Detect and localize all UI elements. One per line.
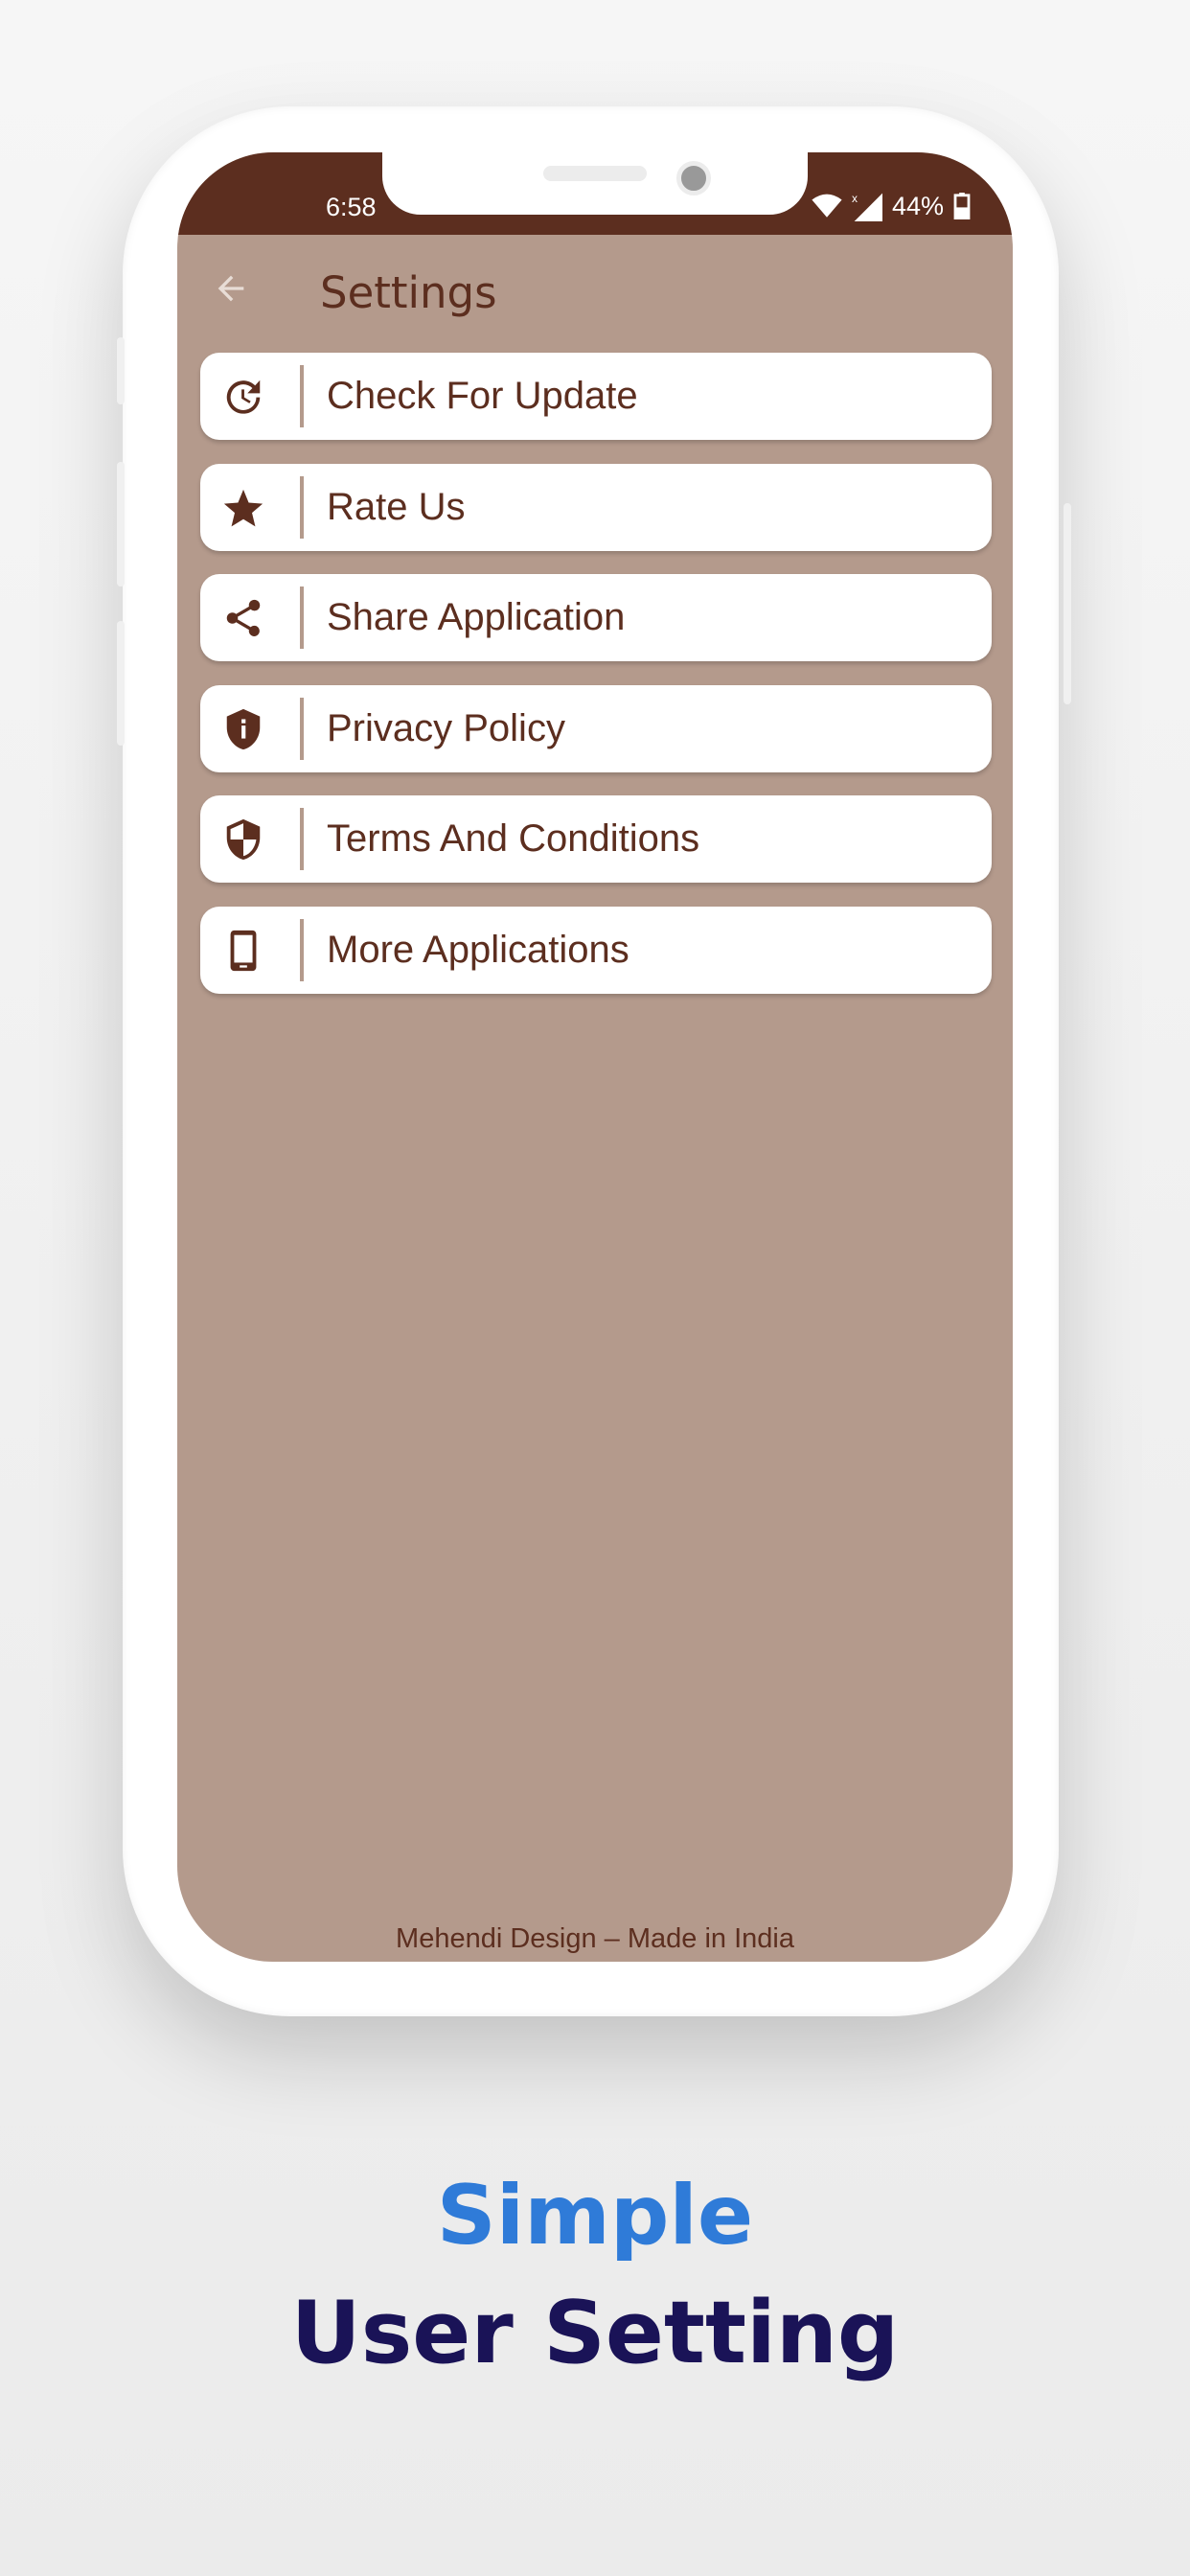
footer-credit: Mehendi Design – Made in India [396, 1923, 794, 1954]
phone-power-button [1064, 503, 1071, 704]
settings-item-rate-us[interactable]: Rate Us [200, 463, 992, 551]
shield-check-icon [226, 819, 261, 861]
promo-line2: User Setting [290, 2283, 900, 2383]
smartphone-icon [230, 930, 257, 972]
settings-item-label: Terms And Conditions [327, 817, 700, 861]
page-title: Settings [320, 267, 497, 318]
arrow-back-icon[interactable] [212, 269, 250, 308]
settings-item-terms-and-conditions[interactable]: Terms And Conditions [200, 795, 992, 884]
phone-volume-down [117, 621, 125, 746]
camera-notch [382, 152, 808, 215]
front-camera [676, 161, 711, 196]
settings-item-label: Rate Us [327, 485, 466, 528]
battery-icon [953, 193, 971, 219]
item-divider [300, 365, 304, 427]
share-icon [226, 600, 261, 637]
settings-list: Check For Update Rate Us Share Application… [200, 353, 992, 1018]
shield-info-icon [226, 708, 261, 749]
svg-text:x: x [852, 192, 858, 205]
battery-percent: 44% [891, 191, 944, 220]
settings-item-privacy-policy[interactable]: Privacy Policy [200, 684, 992, 772]
settings-item-label: Share Application [327, 596, 626, 639]
item-divider [300, 697, 304, 760]
status-time: 6:58 [326, 193, 377, 221]
star-icon [223, 489, 263, 526]
settings-item-share-application[interactable]: Share Application [200, 574, 992, 662]
wifi-icon [812, 194, 842, 218]
item-divider [300, 586, 304, 650]
speaker-grille [543, 166, 647, 181]
item-divider [300, 918, 304, 981]
settings-item-more-applications[interactable]: More Applications [200, 906, 992, 994]
item-divider [300, 475, 304, 539]
phone-volume-up [117, 462, 125, 586]
cell-signal-icon: x [852, 192, 882, 221]
app-screen: 6:58 x 44% Settings Check For Update Rate… [177, 152, 1013, 1962]
phone-side-button [117, 337, 125, 404]
settings-item-check-for-update[interactable]: Check For Update [200, 353, 992, 440]
item-divider [300, 808, 304, 871]
footer: Mehendi Design – Made in India [177, 1921, 1013, 1956]
settings-item-label: Privacy Policy [327, 706, 565, 749]
settings-item-label: Check For Update [327, 375, 638, 417]
app-header: Settings [177, 235, 1013, 350]
promo-line1: Simple [436, 2168, 754, 2264]
update-icon [226, 380, 261, 414]
settings-item-label: More Applications [327, 928, 629, 971]
